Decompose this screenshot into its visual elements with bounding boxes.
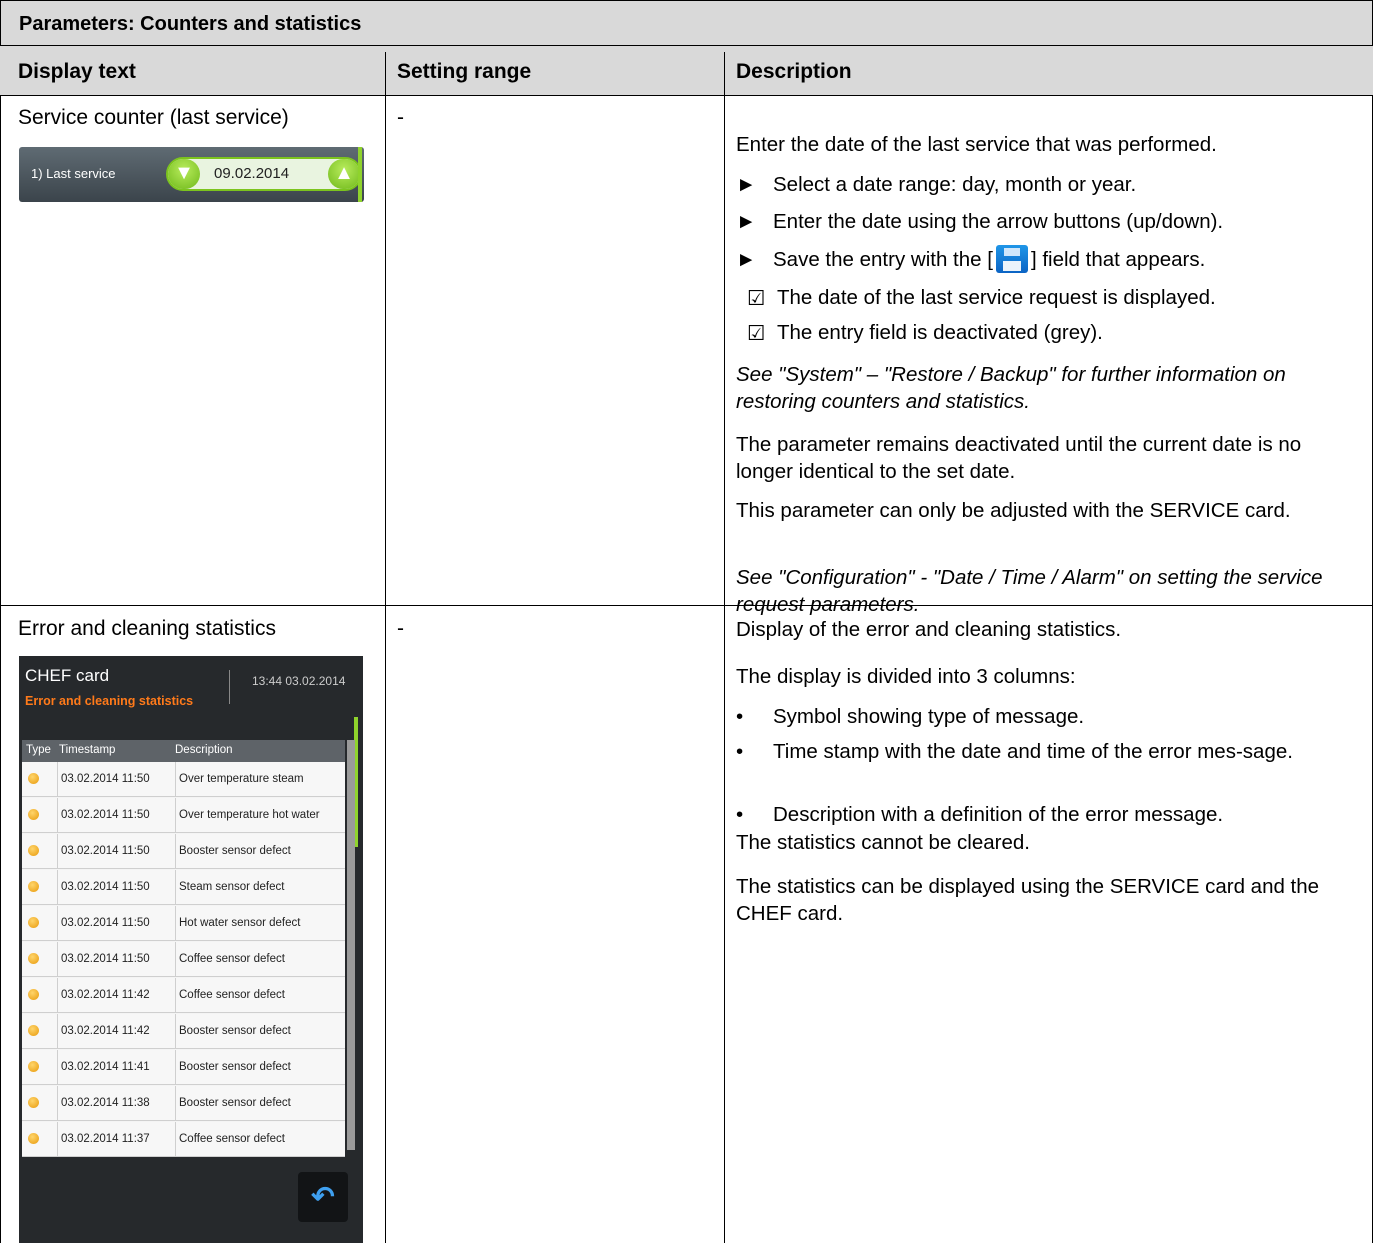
header-description: Description: [736, 60, 852, 83]
table-row[interactable]: 03.02.2014 11:50 Over temperature steam: [22, 762, 345, 797]
row2-note-display: The statistics can be displayed using th…: [736, 875, 1320, 925]
chef-card-screen: CHEF card Error and cleaning statistics …: [19, 656, 363, 1243]
row1-note-config: See "Configuration" - "Date / Time / Ala…: [736, 566, 1323, 616]
warning-dot-icon: [28, 953, 39, 964]
warning-dot-icon: [28, 989, 39, 1000]
table-row[interactable]: 03.02.2014 11:50 Steam sensor defect: [22, 870, 345, 905]
scroll-accent: [358, 147, 362, 202]
row-timestamp: 03.02.2014 11:37: [61, 1133, 150, 1145]
warning-dot-icon: [28, 809, 39, 820]
row-timestamp: 03.02.2014 11:50: [61, 953, 150, 965]
warning-dot-icon: [28, 773, 39, 784]
row1-setting-range: -: [397, 106, 404, 129]
row2-setting-range: -: [397, 617, 404, 640]
column-divider: [724, 52, 725, 1243]
row2-display-text: Error and cleaning statistics: [18, 617, 276, 640]
table-row[interactable]: 03.02.2014 11:50 Hot water sensor defect: [22, 906, 345, 941]
warning-dot-icon: [28, 917, 39, 928]
last-service-date-field[interactable]: ▼ 09.02.2014 ▲: [166, 157, 362, 191]
row-timestamp: 03.02.2014 11:41: [61, 1061, 150, 1073]
table-row[interactable]: 03.02.2014 11:38 Booster sensor defect: [22, 1086, 345, 1121]
row2-desc-intro: Display of the error and cleaning statis…: [736, 618, 1122, 641]
row-description: Booster sensor defect: [179, 1061, 291, 1073]
row-description: Coffee sensor defect: [179, 953, 285, 965]
row1-display-text: Service counter (last service): [18, 106, 289, 129]
row-description: Coffee sensor defect: [179, 989, 285, 1001]
row1-note-restore: See "System" – "Restore / Backup" for fu…: [736, 363, 1286, 413]
warning-dot-icon: [28, 1061, 39, 1072]
table-title-bar: Parameters: Counters and statistics: [0, 0, 1373, 46]
warning-dot-icon: [28, 845, 39, 856]
save-floppy-icon: [995, 244, 1028, 273]
table-row[interactable]: 03.02.2014 11:37 Coffee sensor defect: [22, 1122, 345, 1157]
row-timestamp: 03.02.2014 11:50: [61, 881, 150, 893]
row-description: Hot water sensor defect: [179, 917, 301, 929]
chef-card-clock: 13:44 03.02.2014: [252, 674, 346, 688]
row-timestamp: 03.02.2014 11:42: [61, 989, 150, 1001]
warning-dot-icon: [28, 1025, 39, 1036]
row-description: Steam sensor defect: [179, 881, 285, 893]
statistics-table: Type Timestamp Description 03.02.2014 11…: [22, 740, 345, 1157]
row2-note-cleared: The statistics cannot be cleared.: [736, 831, 1030, 854]
column-type: Type: [26, 744, 51, 756]
back-arrow-icon: ↶: [311, 1181, 335, 1212]
row-description: Over temperature hot water: [179, 809, 320, 821]
header-setting-range: Setting range: [397, 60, 532, 83]
scrollbar[interactable]: [347, 740, 355, 1150]
column-description: Description: [175, 744, 233, 756]
row-timestamp: 03.02.2014 11:42: [61, 1025, 150, 1037]
row2-desc-columns: The display is divided into 3 columns:: [736, 665, 1076, 688]
warning-dot-icon: [28, 1133, 39, 1144]
last-service-label: 1) Last service: [31, 166, 116, 181]
row-timestamp: 03.02.2014 11:50: [61, 773, 150, 785]
table-row[interactable]: 03.02.2014 11:50 Coffee sensor defect: [22, 942, 345, 977]
column-timestamp: Timestamp: [59, 744, 116, 756]
chef-card-subtitle: Error and cleaning statistics: [25, 694, 194, 708]
table-header-row: Display text Setting range Description: [0, 46, 1373, 96]
row1-note-service-card: This parameter can only be adjusted with…: [736, 499, 1291, 522]
warning-dot-icon: [28, 881, 39, 892]
warning-dot-icon: [28, 1097, 39, 1108]
row-description: Booster sensor defect: [179, 845, 291, 857]
back-button[interactable]: ↶: [298, 1172, 348, 1222]
last-service-widget: 1) Last service ▼ 09.02.2014 ▲: [19, 147, 364, 202]
row-timestamp: 03.02.2014 11:50: [61, 809, 150, 821]
table-row[interactable]: 03.02.2014 11:41 Booster sensor defect: [22, 1050, 345, 1085]
row1-note-deactivated: The parameter remains deactivated until …: [736, 433, 1302, 483]
row-description: Booster sensor defect: [179, 1097, 291, 1109]
last-service-date: 09.02.2014: [214, 165, 290, 182]
table-row[interactable]: 03.02.2014 11:42 Coffee sensor defect: [22, 978, 345, 1013]
column-divider: [385, 52, 386, 1243]
row-timestamp: 03.02.2014 11:50: [61, 845, 150, 857]
row-description: Coffee sensor defect: [179, 1133, 285, 1145]
table-title: Parameters: Counters and statistics: [19, 13, 362, 35]
chef-card-title: CHEF card: [25, 666, 110, 685]
row-timestamp: 03.02.2014 11:38: [61, 1097, 150, 1109]
table-row[interactable]: 03.02.2014 11:50 Over temperature hot wat…: [22, 798, 345, 833]
statistics-table-header: Type Timestamp Description: [22, 740, 345, 762]
row1-desc-intro: Enter the date of the last service that …: [736, 133, 1217, 156]
chevron-down-icon[interactable]: ▼: [168, 159, 200, 189]
header-divider: [229, 670, 230, 704]
row-timestamp: 03.02.2014 11:50: [61, 917, 150, 929]
row-description: Booster sensor defect: [179, 1025, 291, 1037]
header-display-text: Display text: [18, 60, 136, 83]
row-description: Over temperature steam: [179, 773, 304, 785]
chevron-up-icon[interactable]: ▲: [328, 159, 360, 189]
table-row[interactable]: 03.02.2014 11:42 Booster sensor defect: [22, 1014, 345, 1049]
table-row[interactable]: 03.02.2014 11:50 Booster sensor defect: [22, 834, 345, 869]
